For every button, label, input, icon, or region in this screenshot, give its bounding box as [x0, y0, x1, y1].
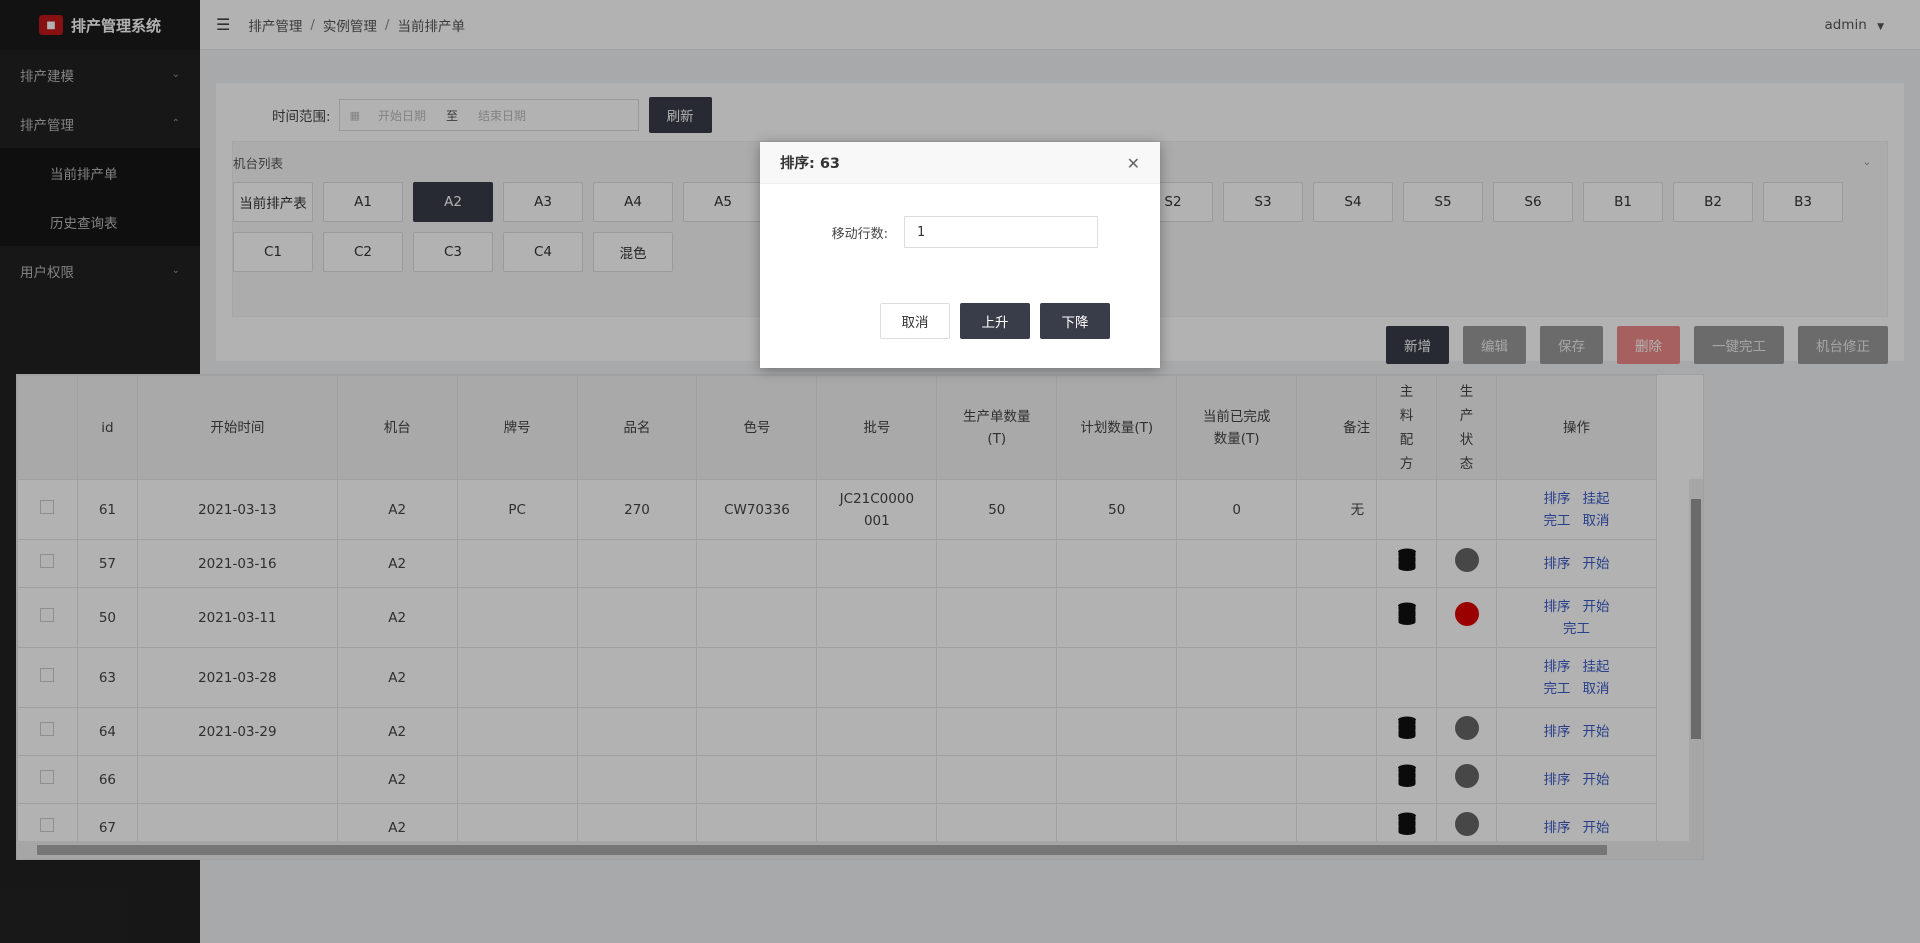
move-rows-field: 移动行数: 1	[822, 216, 1160, 248]
sort-dialog: 排序: 63 ✕ 移动行数: 1 取消 上升 下降	[760, 142, 1160, 368]
dialog-header: 排序: 63 ✕	[760, 142, 1160, 184]
close-icon[interactable]: ✕	[1127, 154, 1140, 173]
move-down-button[interactable]: 下降	[1040, 303, 1110, 339]
dialog-buttons: 取消 上升 下降	[880, 303, 1110, 339]
move-rows-label: 移动行数:	[831, 226, 888, 242]
move-up-button[interactable]: 上升	[960, 303, 1030, 339]
cancel-button[interactable]: 取消	[880, 303, 950, 339]
dialog-title: 排序: 63	[780, 156, 841, 172]
move-rows-input[interactable]: 1	[904, 216, 1098, 248]
